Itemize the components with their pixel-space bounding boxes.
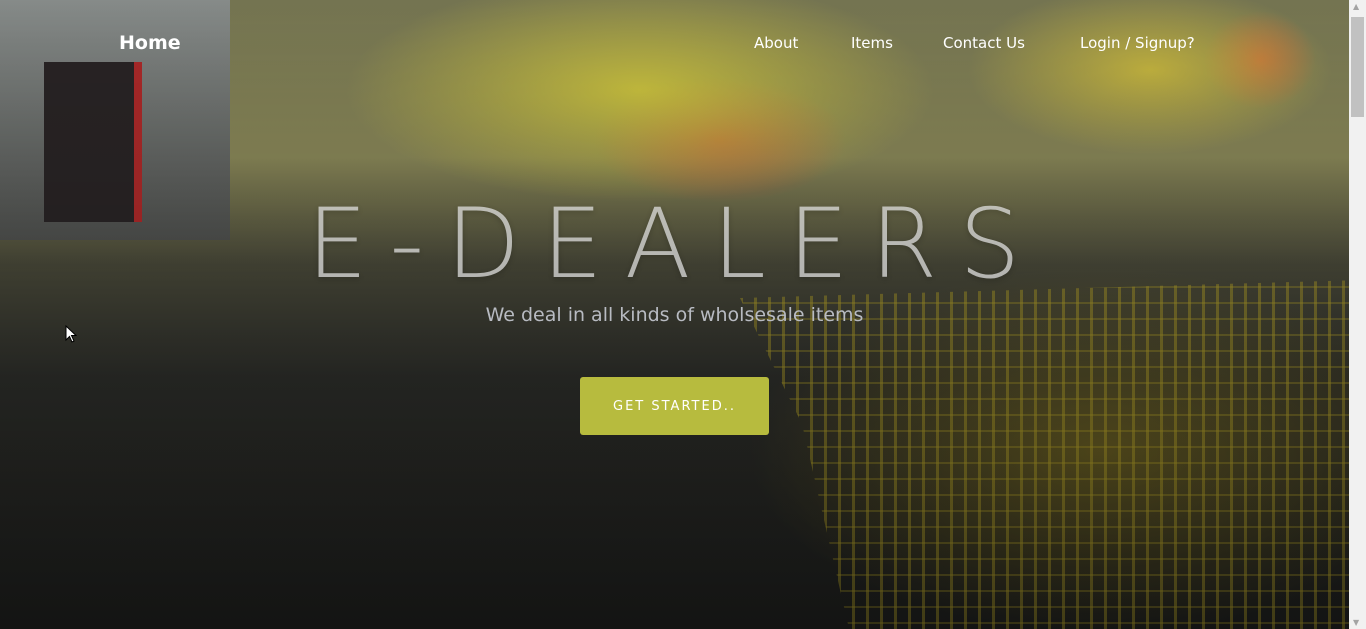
get-started-button[interactable]: GET STARTED.. <box>580 377 769 435</box>
nav-login[interactable]: Login / Signup? <box>1080 34 1195 52</box>
nav-contact[interactable]: Contact Us <box>943 34 1025 52</box>
vertical-scrollbar[interactable]: ▲ ▼ <box>1349 0 1366 629</box>
nav-items[interactable]: Items <box>851 34 893 52</box>
hero-section: Home About Items Contact Us Login / Sign… <box>0 0 1349 629</box>
hero-tagline: We deal in all kinds of wholsesale items <box>485 304 864 326</box>
nav-about[interactable]: About <box>754 34 798 52</box>
nav-home[interactable]: Home <box>119 32 181 54</box>
mouse-cursor-icon <box>65 325 77 343</box>
scrollbar-thumb[interactable] <box>1351 17 1364 117</box>
scroll-down-icon[interactable]: ▼ <box>1353 618 1359 627</box>
scroll-up-icon[interactable]: ▲ <box>1353 2 1359 11</box>
hero-title: E-DEALERS <box>306 188 1043 300</box>
